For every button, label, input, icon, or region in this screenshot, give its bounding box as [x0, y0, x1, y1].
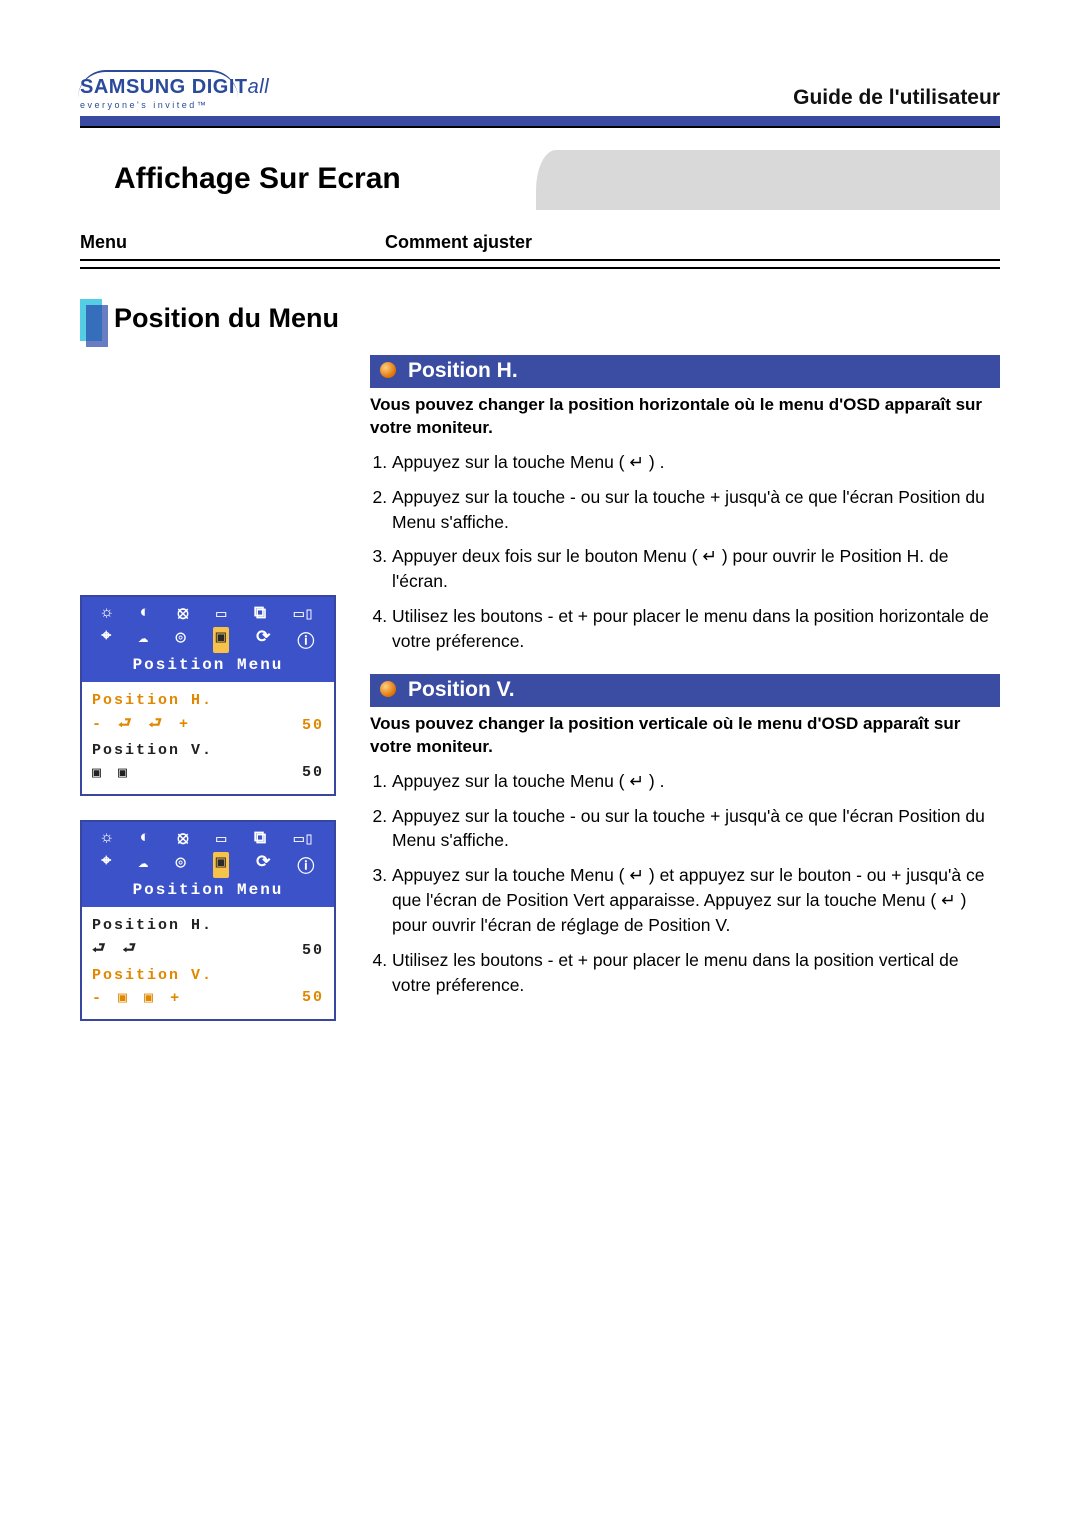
osd-icon: ▭: [216, 829, 226, 850]
osd-row-v-controls: - ▣ ▣ + 50: [92, 986, 324, 1009]
osd-row-v: Position V.: [92, 740, 324, 761]
osd-icon: ◎: [175, 627, 185, 653]
osd-row-label: Position H.: [92, 692, 213, 709]
header: SAMSUNG DIGITall everyone's invited™ Gui…: [80, 70, 1000, 110]
osd-icon: ⦻: [177, 604, 188, 625]
heading-position-h: Position H.: [370, 355, 1000, 388]
step: Appuyez sur la touche - ou sur la touche…: [392, 804, 1000, 854]
osd-icon: ▭▯: [294, 604, 314, 625]
heading-text: Position H.: [408, 359, 518, 382]
osd-row-label: Position V.: [92, 967, 213, 984]
logo-text: SAMSUNG DIGITall: [80, 76, 269, 99]
header-rule-thin: [80, 126, 1000, 128]
osd-row-label: Position V.: [92, 742, 213, 759]
osd-icon-row: ☼ ◐ ⦻ ▭ ⧉ ▭▯: [88, 828, 328, 851]
osd-icon: ▭▯: [294, 829, 314, 850]
step: Appuyez sur la touche Menu ( ↵ ) et appu…: [392, 863, 1000, 938]
osd-icon: ⧉: [254, 829, 266, 850]
osd-icon: ☁: [138, 627, 148, 653]
osd-title: Position Menu: [88, 879, 328, 905]
osd-icon: ⦻: [177, 829, 188, 850]
page-title: Affichage Sur Ecran: [112, 150, 536, 210]
osd-icon: ⟳: [256, 852, 270, 878]
logo-brand-suffix: all: [248, 76, 270, 98]
osd-value: 50: [282, 989, 324, 1006]
heading-position-v: Position V.: [370, 674, 1000, 707]
logo-brand: SAMSUNG DIGIT: [80, 76, 248, 98]
osd-icon: ⧉: [254, 604, 266, 625]
header-rule-thick: [80, 116, 1000, 126]
osd-icon-selected: ▣: [213, 852, 229, 878]
osd-icon: ☁: [138, 852, 148, 878]
instructions-column: Position H. Vous pouvez changer la posit…: [352, 355, 1000, 1045]
title-grey-fill: [536, 150, 1000, 210]
osd-icon: ☼: [102, 829, 112, 850]
osd-row-v-controls: ▣ ▣ 50: [92, 761, 324, 784]
col-menu: Menu: [80, 232, 385, 253]
osd-row-h-controls: - ⮐ ⮐ + 50: [92, 711, 324, 740]
osd-adjust-icons: ⮐ ⮐: [92, 938, 140, 963]
section-title: Position du Menu: [114, 303, 339, 334]
column-headers: Menu Comment ajuster: [80, 232, 1000, 253]
step: Utilisez les boutons - et + pour placer …: [392, 948, 1000, 998]
bullet-icon: [380, 681, 396, 697]
osd-icon-selected: ▣: [213, 627, 229, 653]
osd-row-v: Position V.: [92, 965, 324, 986]
osd-icon: ⓘ: [297, 852, 314, 878]
osd-icon: ◐: [140, 829, 150, 850]
step: Appuyez sur la touche Menu ( ↵ ) .: [392, 769, 1000, 794]
osd-icon: ⌖: [102, 627, 112, 653]
section-heading: Position du Menu: [80, 299, 1000, 341]
osd-icon-row: ⌖ ☁ ◎ ▣ ⟳ ⓘ: [88, 626, 328, 654]
osd-value: 50: [282, 942, 324, 959]
steps-position-v: Appuyez sur la touche Menu ( ↵ ) . Appuy…: [370, 769, 1000, 998]
osd-row-h: Position H.: [92, 915, 324, 936]
osd-row-h: Position H.: [92, 690, 324, 711]
osd-icon: ◎: [175, 852, 185, 878]
osd-adjust-icons: - ▣ ▣ +: [92, 988, 183, 1007]
double-rule: [80, 259, 1000, 269]
osd-icon: ⓘ: [297, 627, 314, 653]
logo-tagline: everyone's invited™: [80, 100, 208, 110]
page-title-bar: Affichage Sur Ecran: [80, 150, 1000, 210]
guide-title: Guide de l'utilisateur: [793, 86, 1000, 110]
osd-row-h-controls: ⮐ ⮐ 50: [92, 936, 324, 965]
step: Appuyez sur la touche Menu ( ↵ ) .: [392, 450, 1000, 475]
step: Appuyer deux fois sur le bouton Menu ( ↵…: [392, 544, 1000, 594]
osd-preview-column: ☼ ◐ ⦻ ▭ ⧉ ▭▯ ⌖ ☁ ◎ ▣ ⟳ ⓘ: [80, 355, 352, 1045]
brand-logo: SAMSUNG DIGITall everyone's invited™: [80, 70, 269, 110]
osd-adjust-icons: - ⮐ ⮐ +: [92, 713, 192, 738]
osd-row-label: Position H.: [92, 917, 213, 934]
osd-value: 50: [282, 764, 324, 781]
osd-icon: ☼: [102, 604, 112, 625]
heading-text: Position V.: [408, 678, 515, 701]
desc-position-v: Vous pouvez changer la position vertical…: [370, 713, 1000, 759]
step: Utilisez les boutons - et + pour placer …: [392, 604, 1000, 654]
osd-value: 50: [282, 717, 324, 734]
osd-icon: ▭: [216, 604, 226, 625]
osd-preview-h: ☼ ◐ ⦻ ▭ ⧉ ▭▯ ⌖ ☁ ◎ ▣ ⟳ ⓘ: [80, 595, 336, 796]
osd-preview-v: ☼ ◐ ⦻ ▭ ⧉ ▭▯ ⌖ ☁ ◎ ▣ ⟳ ⓘ: [80, 820, 336, 1021]
osd-icon-row: ☼ ◐ ⦻ ▭ ⧉ ▭▯: [88, 603, 328, 626]
osd-icon-row: ⌖ ☁ ◎ ▣ ⟳ ⓘ: [88, 851, 328, 879]
osd-adjust-icons: ▣ ▣: [92, 763, 131, 782]
bullet-icon: [380, 362, 396, 378]
osd-icon: ◐: [140, 604, 150, 625]
osd-icon: ⌖: [102, 852, 112, 878]
step: Appuyez sur la touche - ou sur la touche…: [392, 485, 1000, 535]
steps-position-h: Appuyez sur la touche Menu ( ↵ ) . Appuy…: [370, 450, 1000, 654]
osd-title: Position Menu: [88, 654, 328, 680]
osd-icon: ⟳: [256, 627, 270, 653]
desc-position-h: Vous pouvez changer la position horizont…: [370, 394, 1000, 440]
col-adjust: Comment ajuster: [385, 232, 1000, 253]
